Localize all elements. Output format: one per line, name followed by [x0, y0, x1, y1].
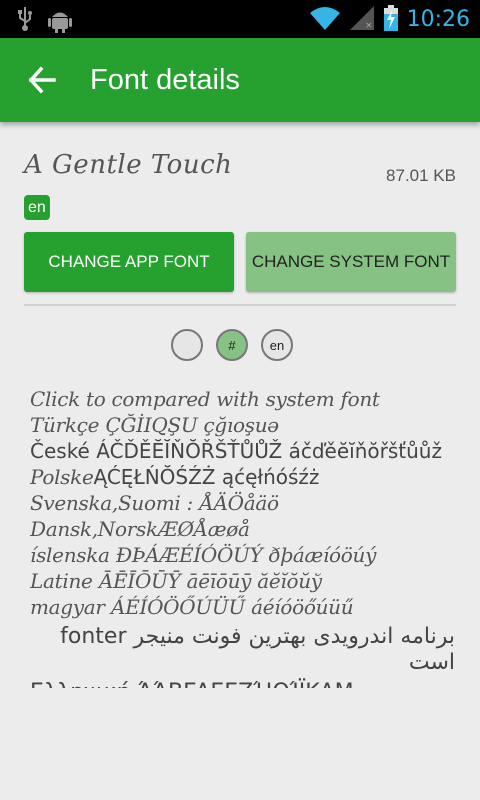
arrow-back-icon: [28, 66, 56, 94]
wifi-icon: [309, 5, 341, 35]
preview-toggle-language[interactable]: en: [261, 329, 293, 361]
svg-text:×: ×: [365, 21, 373, 31]
sample-latin: Latine ĀĒĪŌŪȲ āēīōūȳ ăĕĭŏŭў: [30, 569, 323, 593]
back-button[interactable]: [22, 60, 62, 100]
sample-persian: برنامه اندرویدی بهترین فونت منیجر fonter…: [60, 624, 455, 675]
sample-polish: PolskeĄĆĘŁŃŎŚŹŻ ąćęłńóśźż: [30, 465, 320, 489]
battery-charging-icon: [383, 4, 399, 36]
cell-signal-icon: ×: [349, 5, 375, 35]
clock: 10:26: [406, 7, 470, 32]
sample-turkish: Türkçe ÇĞİIQŞU çğıoşuə: [30, 413, 279, 437]
sample-greek: Ελληνική ΆΆΒΓΔΕΕΖΉΘΊΪΚΛΜ: [30, 680, 460, 688]
language-badge: en: [24, 195, 50, 220]
sample-danish: Dansk,NorskÆØÅæøå: [30, 517, 250, 541]
font-file-size: 87.01 KB: [386, 166, 456, 185]
app-bar: Font details: [0, 38, 480, 122]
divider: [24, 304, 456, 306]
page-title: Font details: [90, 64, 240, 96]
preview-toggle-blank[interactable]: [171, 329, 203, 361]
android-debug-icon: [48, 6, 72, 38]
preview-toggle-symbols[interactable]: #: [216, 329, 248, 361]
font-preview-area[interactable]: Click to compared with system font Türkç…: [30, 386, 460, 688]
change-app-font-button[interactable]: CHANGE APP FONT: [24, 232, 234, 292]
change-system-font-button[interactable]: CHANGE SYSTEM FONT: [246, 232, 456, 292]
compare-hint[interactable]: Click to compared with system font: [30, 386, 460, 412]
sample-swedish: Svenska,Suomi : ÅÄÖåäö: [30, 491, 279, 515]
usb-icon: [16, 6, 34, 38]
sample-icelandic: íslenska ÐÞÁÆÉÍÓÖÚÝ ðþáæíóöúý: [30, 543, 377, 567]
font-name: A Gentle Touch: [24, 150, 233, 180]
preview-toggles: # en: [0, 329, 480, 363]
status-bar: × 10:26: [0, 0, 480, 38]
sample-czech: České ÁČĎĚĔĬŇŎŘŠŤŮŮŽ áčďěĕĭňŏřšťůůž: [30, 439, 442, 463]
sample-hungarian: magyar ÁÉÍÓÖŐÚÜŰ áéíóöőúüű: [30, 595, 354, 619]
